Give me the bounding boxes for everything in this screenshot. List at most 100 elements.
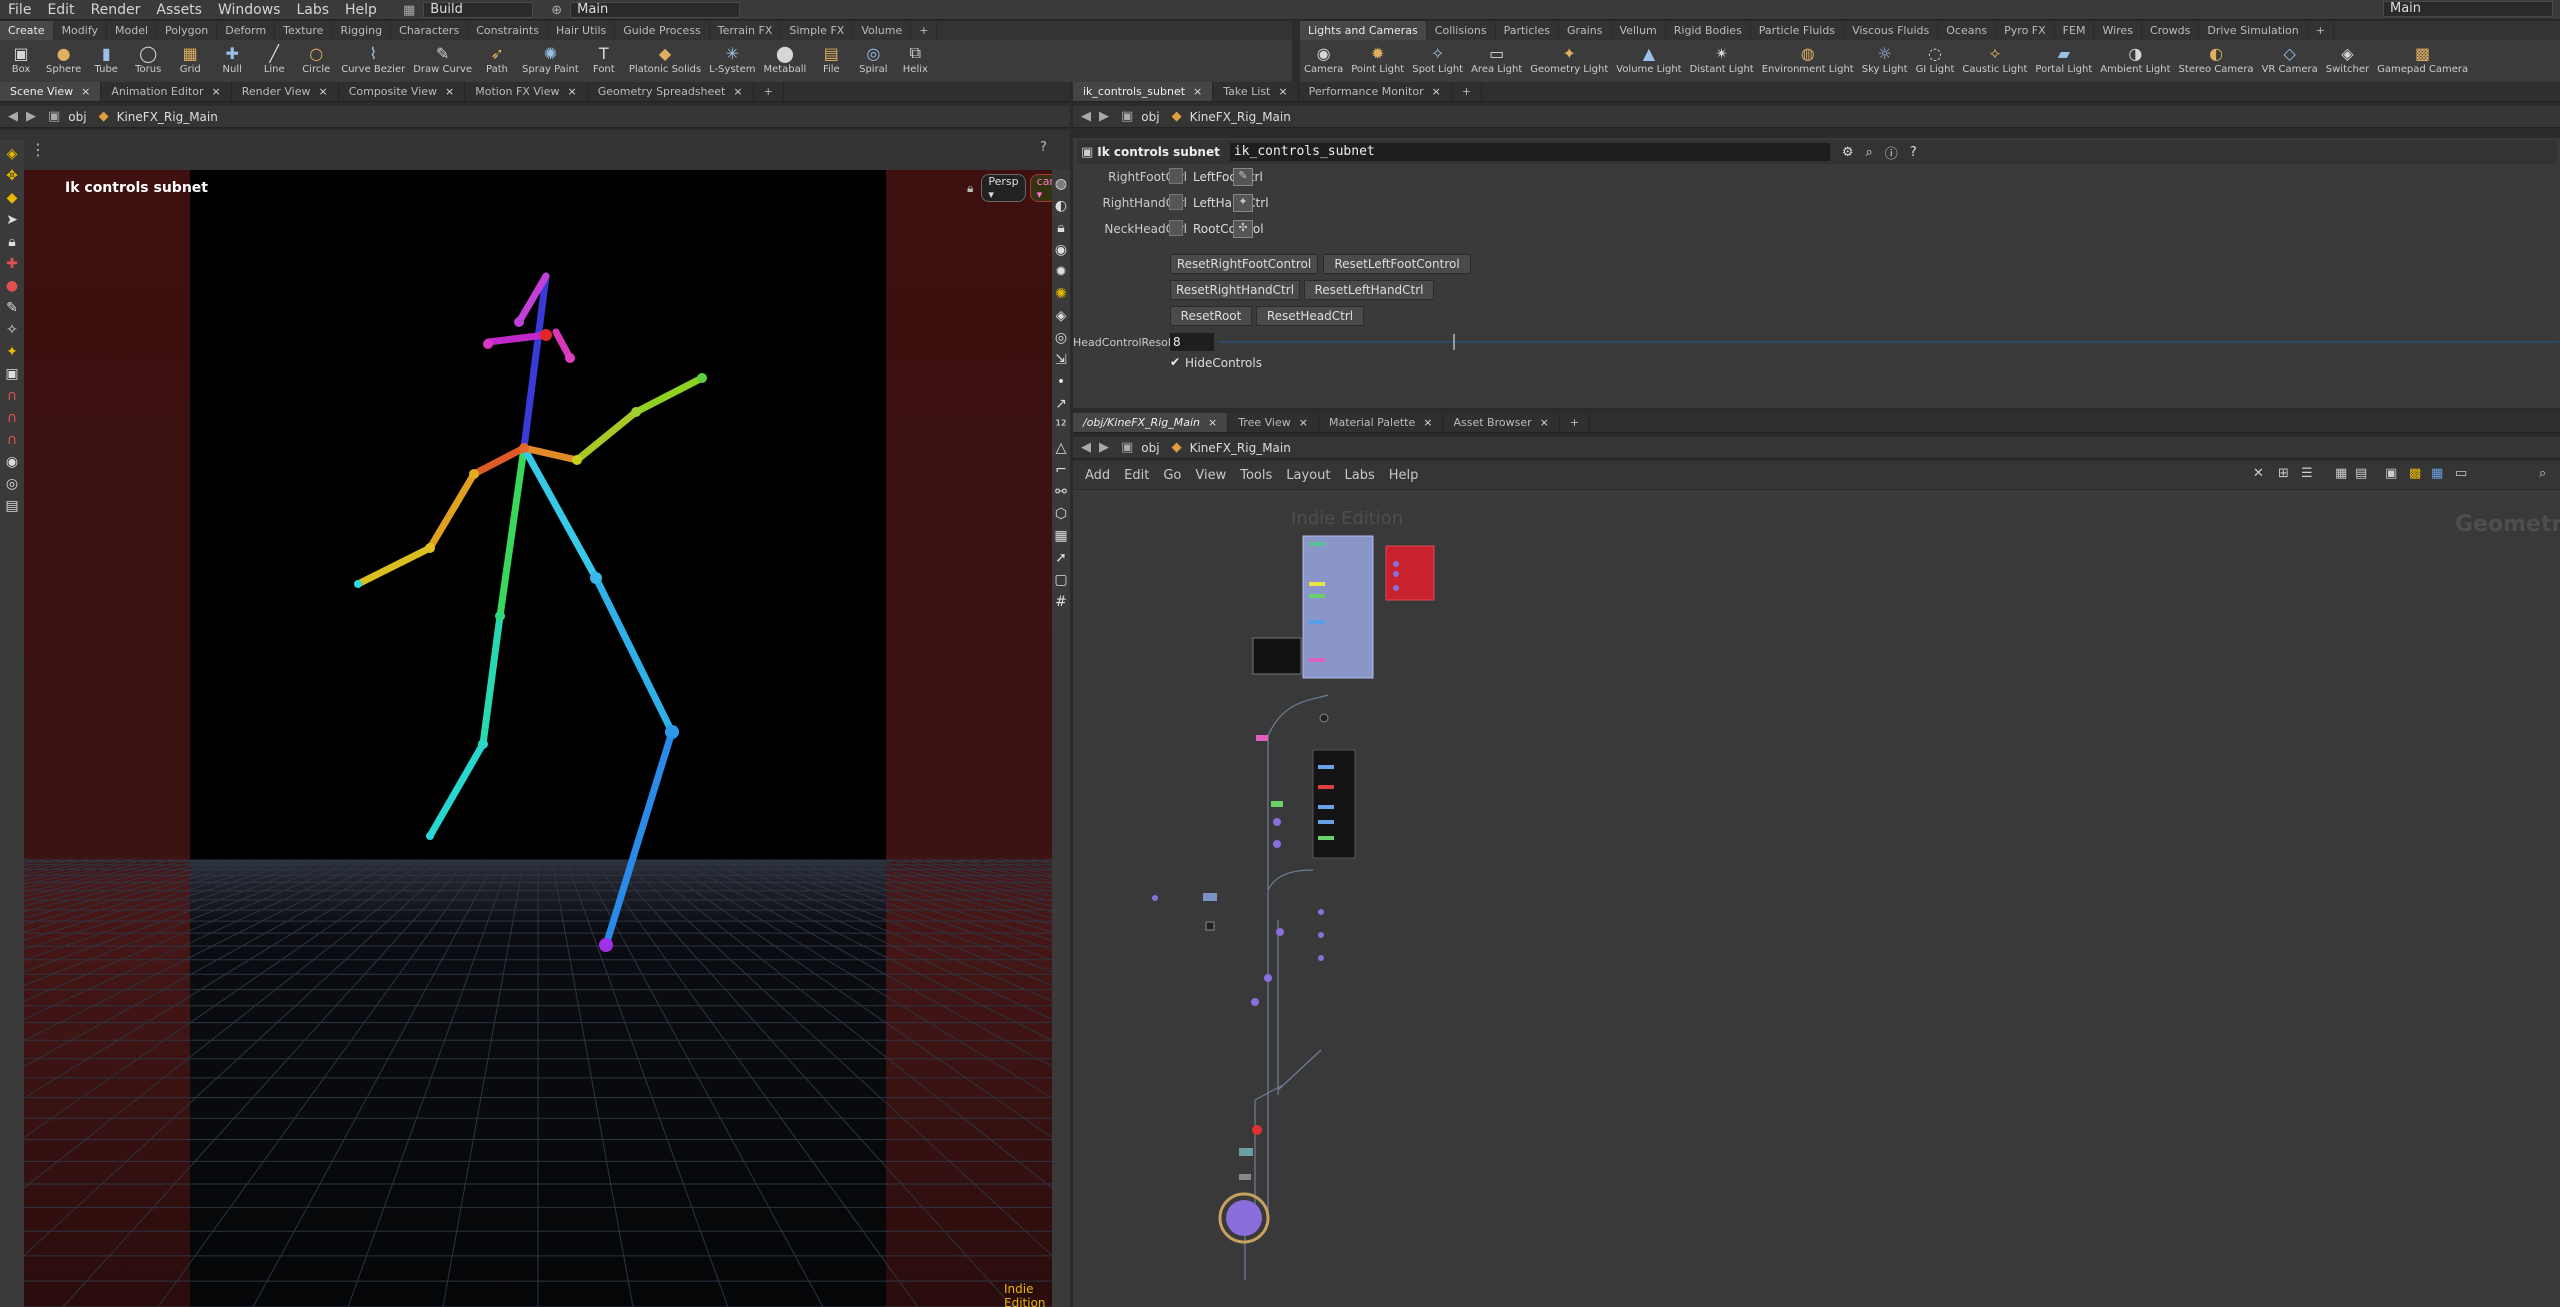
path-root[interactable]: obj: [1141, 441, 1159, 455]
line-tool[interactable]: ╱ Line: [253, 40, 295, 82]
node-name-field[interactable]: ik_controls_subnet: [1229, 143, 1830, 161]
path-node[interactable]: KineFX_Rig_Main: [1190, 441, 1291, 455]
torus-tool[interactable]: ◯ Torus: [127, 40, 169, 82]
joint[interactable]: [478, 739, 488, 749]
help-icon[interactable]: ?: [1910, 145, 1917, 160]
node[interactable]: [1309, 620, 1325, 624]
shelf-tab[interactable]: Characters: [391, 21, 469, 40]
shelf-tab[interactable]: Pyro FX: [1996, 21, 2055, 40]
ambient-light-tool[interactable]: ◑ Ambient Light: [2096, 40, 2174, 82]
tab-parameters[interactable]: ik_controls_subnet ×: [1073, 82, 1214, 101]
palette-icon[interactable]: ▩: [2409, 466, 2421, 481]
tab-take-list[interactable]: Take List ×: [1213, 82, 1299, 101]
persp-dropdown[interactable]: Persp ▾: [981, 174, 1026, 202]
sphere-tool[interactable]: ● Sphere: [42, 40, 85, 82]
shelf-tab[interactable]: Texture: [275, 21, 333, 40]
flipbook-icon[interactable]: ▤: [4, 498, 20, 514]
snap-icon[interactable]: ●: [4, 278, 20, 294]
shelf-tab[interactable]: Crowds: [2142, 21, 2200, 40]
node[interactable]: [1318, 909, 1324, 915]
close-icon[interactable]: ×: [81, 85, 90, 98]
menu-render[interactable]: Render: [83, 0, 149, 20]
joint[interactable]: [426, 832, 434, 840]
menu-help[interactable]: Help: [337, 0, 385, 20]
view-icon[interactable]: ✧: [4, 322, 20, 338]
shelf-tab[interactable]: Modify: [54, 21, 108, 40]
network-menu-layout[interactable]: Layout: [1286, 468, 1330, 483]
node[interactable]: [1205, 921, 1215, 931]
search-icon[interactable]: ⌕: [2539, 466, 2546, 481]
joint[interactable]: [697, 373, 707, 383]
node[interactable]: [1276, 928, 1284, 936]
network-menu-add[interactable]: Add: [1085, 468, 1110, 483]
reset-head-button[interactable]: ResetHeadCtrl: [1256, 306, 1364, 326]
visibility-icon[interactable]: ◎: [1053, 330, 1069, 346]
network-menu-view[interactable]: View: [1195, 468, 1226, 483]
resolution-field[interactable]: 8: [1170, 333, 1214, 351]
shelf-tab[interactable]: Particle Fluids: [1751, 21, 1845, 40]
shelf-tab[interactable]: Viscous Fluids: [1844, 21, 1939, 40]
lsystem-tool[interactable]: ✳ L-System: [705, 40, 759, 82]
list-icon[interactable]: ☰: [2301, 466, 2313, 481]
wrench-icon[interactable]: ✕: [2253, 466, 2264, 481]
menu-labs[interactable]: Labs: [288, 0, 337, 20]
record-icon[interactable]: ◎: [4, 476, 20, 492]
path-node[interactable]: KineFX_Rig_Main: [1190, 110, 1291, 124]
joint[interactable]: [469, 469, 479, 479]
menu-assets[interactable]: Assets: [148, 0, 210, 20]
reset-left-foot-button[interactable]: ResetLeftFootControl: [1323, 254, 1471, 274]
network-menu-go[interactable]: Go: [1163, 468, 1181, 483]
grid-tool[interactable]: ▦ Grid: [169, 40, 211, 82]
vr-camera-tool[interactable]: ◇ VR Camera: [2258, 40, 2322, 82]
path-root[interactable]: obj: [1141, 110, 1159, 124]
joint[interactable]: [599, 938, 613, 952]
node[interactable]: [1393, 585, 1399, 591]
image-icon[interactable]: ▣: [2385, 466, 2397, 481]
reset-right-hand-button[interactable]: ResetRightHandCtrl: [1170, 280, 1300, 300]
add-tab-button[interactable]: +: [754, 82, 784, 101]
gi-light-tool[interactable]: ◌ GI Light: [1912, 40, 1959, 82]
tab-asset-browser[interactable]: Asset Browser ×: [1443, 413, 1560, 432]
shelf-tab-create[interactable]: Create: [0, 21, 54, 40]
lock-camera-icon[interactable]: 🔒︎: [967, 181, 973, 196]
menu-edit[interactable]: Edit: [39, 0, 82, 20]
param-value[interactable]: LeftHandCtrl: [1193, 196, 1269, 210]
node[interactable]: [1318, 765, 1334, 769]
light-bulb-icon[interactable]: ✺: [1053, 286, 1069, 302]
vector-icon[interactable]: ➚: [1053, 550, 1069, 566]
shelf-tab[interactable]: Terrain FX: [710, 21, 782, 40]
shelf-tab-lights[interactable]: Lights and Cameras: [1300, 21, 1427, 40]
close-icon[interactable]: ×: [212, 85, 221, 98]
path-root[interactable]: obj: [68, 110, 86, 124]
link-icon[interactable]: ⚯: [1053, 484, 1069, 500]
shelf-tab[interactable]: Simple FX: [781, 21, 854, 40]
help-icon[interactable]: ?: [1040, 140, 1047, 155]
camera-icon[interactable]: ◈: [1053, 308, 1069, 324]
close-icon[interactable]: ×: [1193, 85, 1202, 98]
add-shelf-tab-button[interactable]: +: [2308, 21, 2334, 40]
shelf-tab[interactable]: Collisions: [1427, 21, 1496, 40]
lock-view-icon[interactable]: 🔒︎: [1053, 220, 1069, 236]
curve-bezier-tool[interactable]: ⌇ Curve Bezier: [337, 40, 409, 82]
node-graph[interactable]: [1073, 490, 2560, 1307]
area-light-tool[interactable]: ▭ Area Light: [1467, 40, 1526, 82]
node[interactable]: [1393, 561, 1399, 567]
close-icon[interactable]: ×: [733, 85, 742, 98]
shelf-tab[interactable]: Guide Process: [615, 21, 710, 40]
circle-tool[interactable]: ○ Circle: [295, 40, 337, 82]
pointer-icon[interactable]: ➤: [4, 212, 20, 228]
prim-icon[interactable]: △: [1053, 440, 1069, 456]
node[interactable]: [1318, 932, 1324, 938]
network-menu-help[interactable]: Help: [1389, 468, 1419, 483]
scene-viewport[interactable]: Ik controls subnet 🔒︎ Persp ▾ cam2 ▾ Ind…: [24, 170, 1052, 1307]
node[interactable]: [1252, 1125, 1262, 1135]
joint[interactable]: [495, 611, 505, 621]
back-arrow-icon[interactable]: ◀: [1081, 440, 1091, 455]
node[interactable]: [1264, 974, 1272, 982]
font-tool[interactable]: T Font: [583, 40, 625, 82]
output-node[interactable]: [1226, 1200, 1262, 1236]
node[interactable]: [1318, 955, 1324, 961]
joint[interactable]: [572, 455, 582, 465]
lock-icon[interactable]: 🔒︎: [4, 234, 20, 250]
helix-tool[interactable]: ⧉ Helix: [894, 40, 936, 82]
